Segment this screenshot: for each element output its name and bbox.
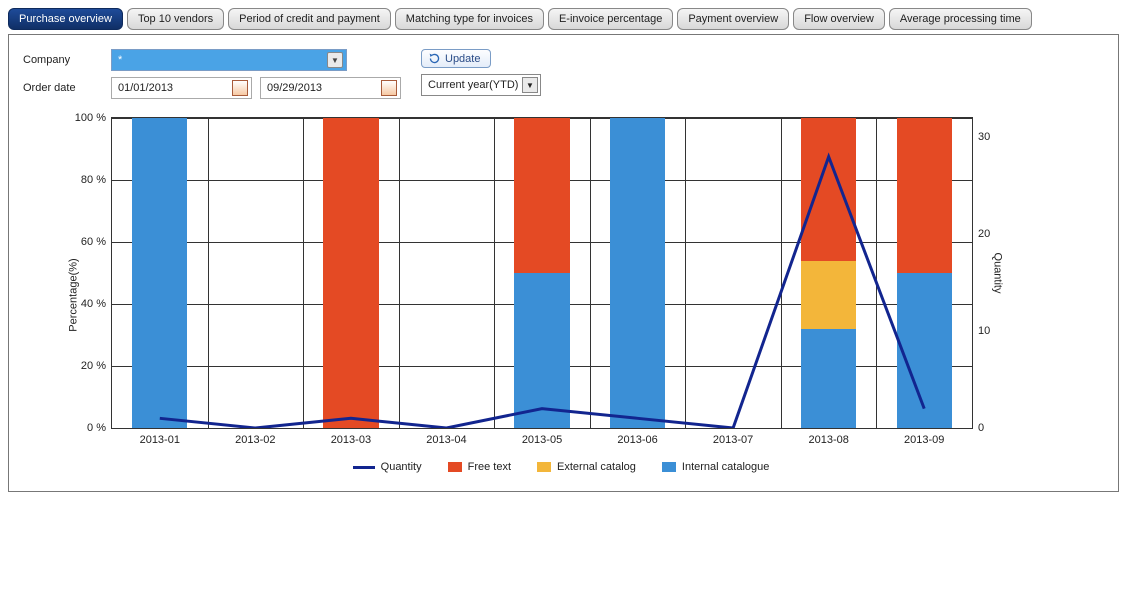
x-tick: 2013-07 xyxy=(713,434,753,446)
legend-item: Quantity xyxy=(353,461,422,473)
y-left-tick: 100 % xyxy=(75,112,106,124)
legend-item: Internal catalogue xyxy=(662,461,769,473)
legend-item: External catalog xyxy=(537,461,636,473)
update-button[interactable]: Update xyxy=(421,49,491,68)
x-tick: 2013-03 xyxy=(331,434,371,446)
y-right-tick: 10 xyxy=(978,325,990,337)
chart-legend: Quantity Free text External catalog Interna… xyxy=(81,461,1041,473)
tab-purchase-overview[interactable]: Purchase overview xyxy=(8,8,123,30)
x-tick: 2013-02 xyxy=(235,434,275,446)
y-right-tick: 20 xyxy=(978,228,990,240)
tab-e-invoice-pct[interactable]: E-invoice percentage xyxy=(548,8,673,30)
refresh-icon xyxy=(428,52,441,65)
legend-swatch xyxy=(662,462,676,472)
company-select-value: * xyxy=(118,54,122,66)
x-tick: 2013-06 xyxy=(617,434,657,446)
y-left-tick: 0 % xyxy=(87,422,106,434)
legend-swatch xyxy=(537,462,551,472)
tab-bar: Purchase overviewTop 10 vendorsPeriod of… xyxy=(8,8,1119,30)
y-axis-left-title: Percentage(%) xyxy=(68,258,80,331)
date-to-value: 09/29/2013 xyxy=(267,82,322,94)
y-right-tick: 30 xyxy=(978,131,990,143)
content-panel: Company * ▼ Order date 01/01/2013 09/29/… xyxy=(8,34,1119,492)
chevron-down-icon: ▼ xyxy=(522,77,538,93)
y-left-tick: 40 % xyxy=(81,298,106,310)
x-tick: 2013-09 xyxy=(904,434,944,446)
x-tick: 2013-05 xyxy=(522,434,562,446)
legend-swatch xyxy=(353,466,375,469)
x-tick: 2013-01 xyxy=(140,434,180,446)
calendar-icon xyxy=(381,80,397,96)
tab-top-10-vendors[interactable]: Top 10 vendors xyxy=(127,8,224,30)
y-left-tick: 20 % xyxy=(81,360,106,372)
date-range-select[interactable]: Current year(YTD) ▼ xyxy=(421,74,541,96)
legend-label: External catalog xyxy=(557,461,636,473)
tab-flow-overview[interactable]: Flow overview xyxy=(793,8,885,30)
tab-avg-processing[interactable]: Average processing time xyxy=(889,8,1032,30)
chart-area: Percentage(%) Quantity 0 %20 %40 %60 %80… xyxy=(81,117,1041,473)
y-right-tick: 0 xyxy=(978,422,984,434)
x-tick: 2013-08 xyxy=(808,434,848,446)
order-date-label: Order date xyxy=(23,82,103,94)
company-label: Company xyxy=(23,54,103,66)
tab-matching-type[interactable]: Matching type for invoices xyxy=(395,8,544,30)
y-left-tick: 60 % xyxy=(81,236,106,248)
tab-payment-overview[interactable]: Payment overview xyxy=(677,8,789,30)
legend-label: Quantity xyxy=(381,461,422,473)
calendar-icon xyxy=(232,80,248,96)
chevron-down-icon: ▼ xyxy=(327,52,343,68)
date-from-value: 01/01/2013 xyxy=(118,82,173,94)
date-range-value: Current year(YTD) xyxy=(428,79,518,91)
legend-item: Free text xyxy=(448,461,511,473)
legend-label: Free text xyxy=(468,461,511,473)
y-axis-right-title: Quantity xyxy=(992,253,1004,294)
legend-label: Internal catalogue xyxy=(682,461,769,473)
update-button-label: Update xyxy=(445,53,480,65)
company-select[interactable]: * ▼ xyxy=(111,49,347,71)
quantity-line xyxy=(112,118,972,428)
y-left-tick: 80 % xyxy=(81,174,106,186)
date-from-input[interactable]: 01/01/2013 xyxy=(111,77,252,99)
legend-swatch xyxy=(448,462,462,472)
date-to-input[interactable]: 09/29/2013 xyxy=(260,77,401,99)
tab-period-of-credit[interactable]: Period of credit and payment xyxy=(228,8,391,30)
x-tick: 2013-04 xyxy=(426,434,466,446)
filter-bar: Company * ▼ Order date 01/01/2013 09/29/… xyxy=(23,49,1106,99)
